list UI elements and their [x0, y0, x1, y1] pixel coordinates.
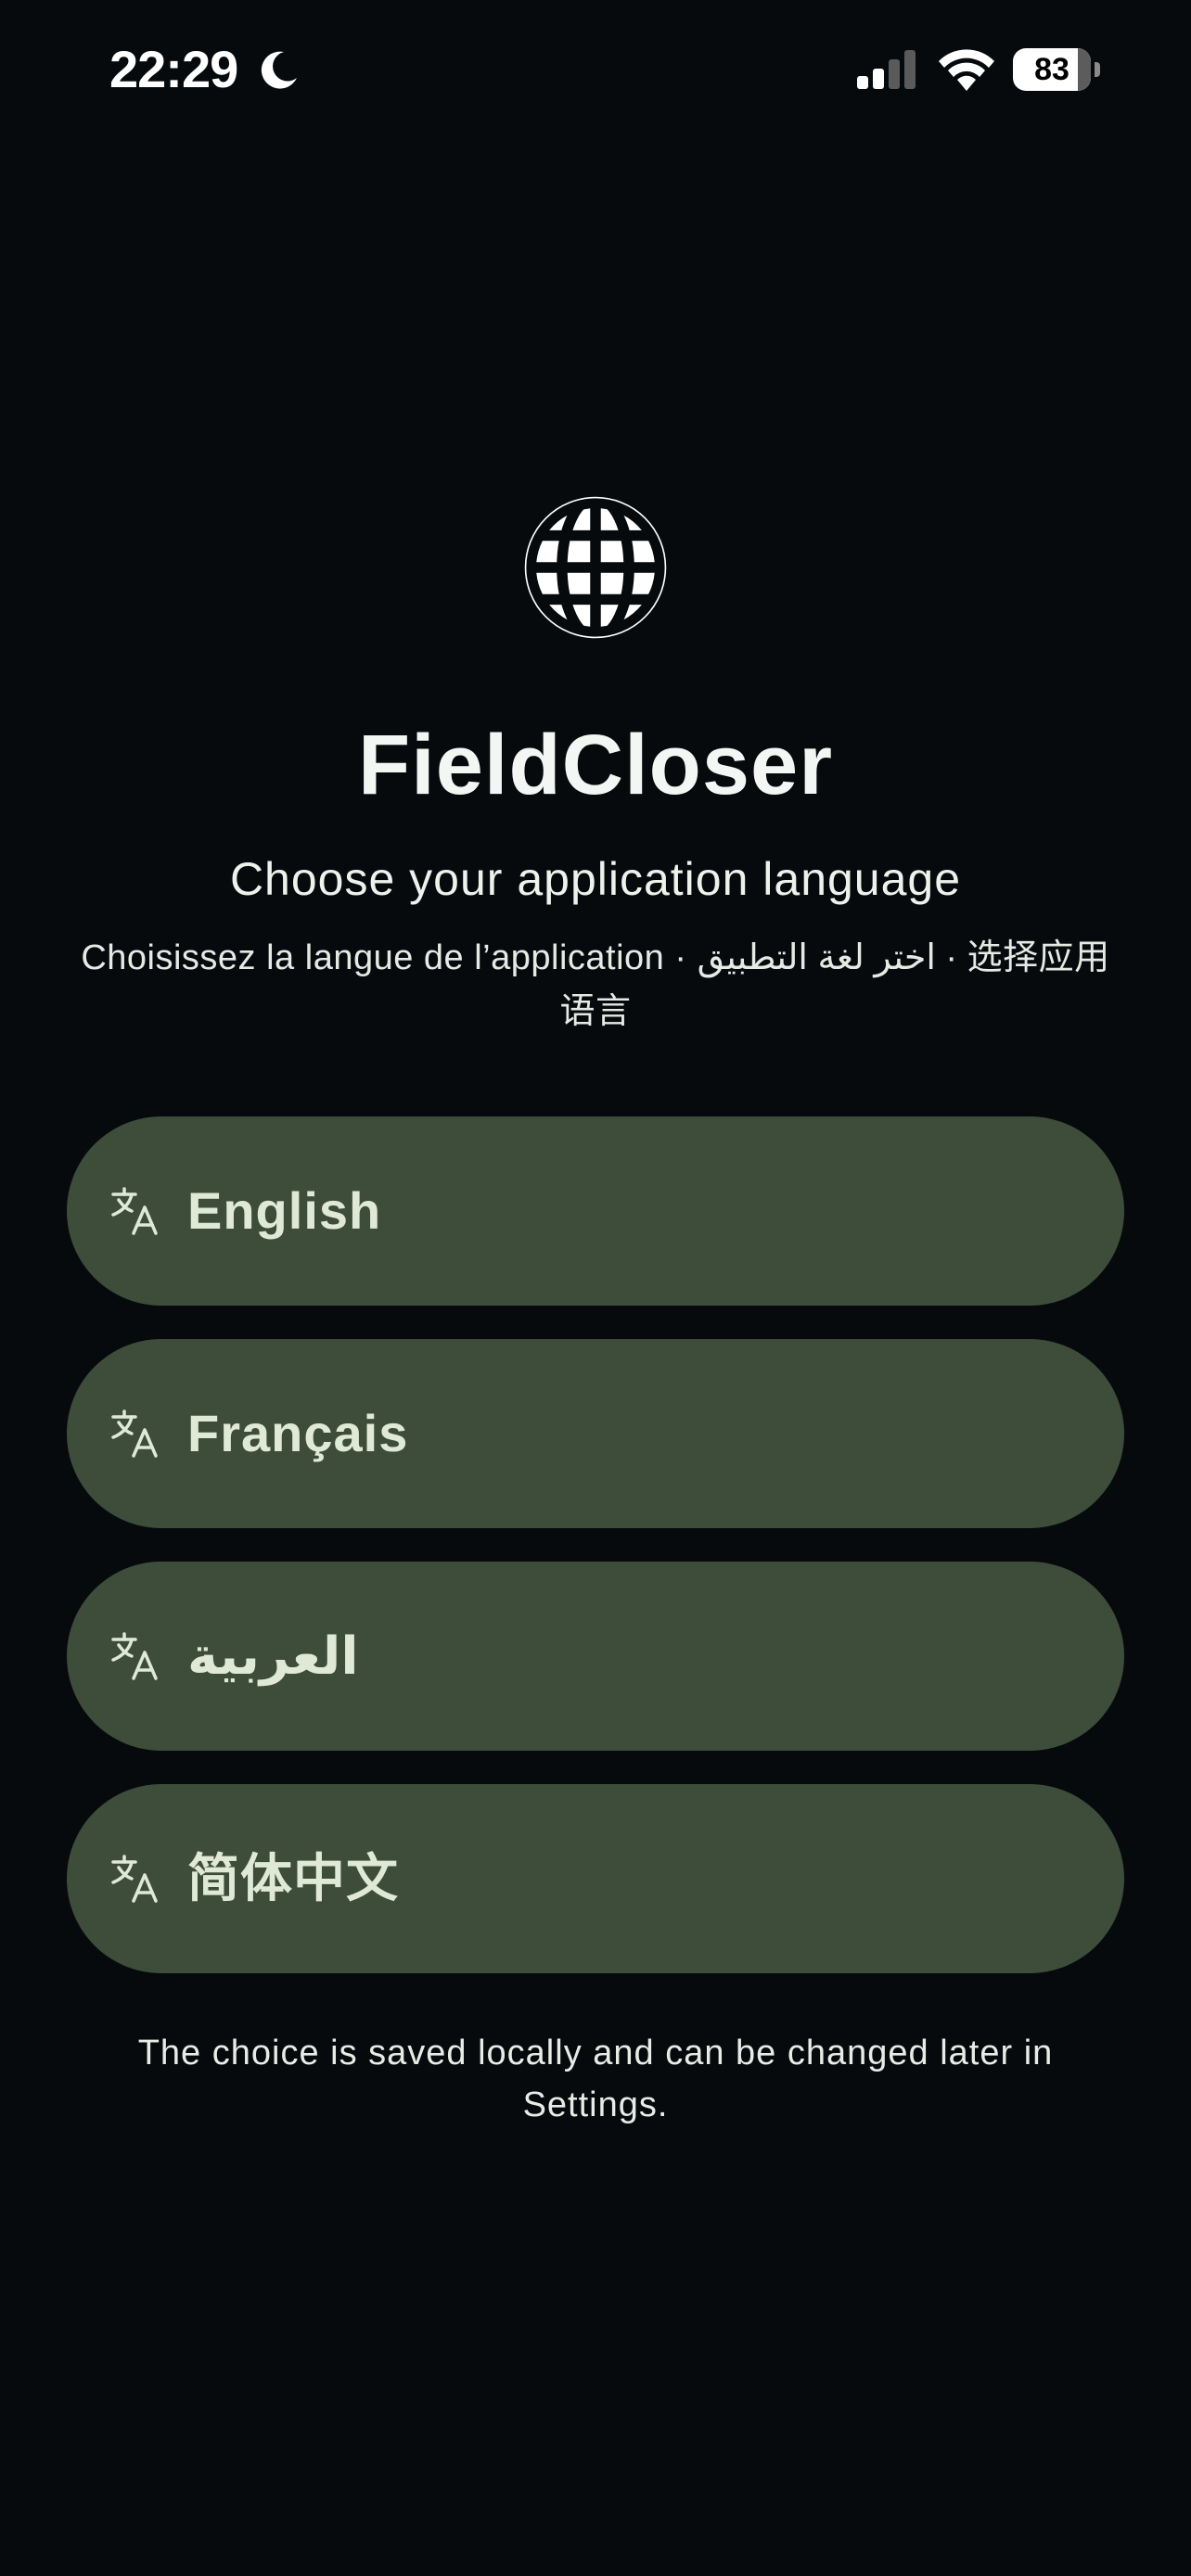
language-button-arabic[interactable]: العربية [67, 1562, 1124, 1751]
battery-level: 83 [1034, 52, 1069, 87]
battery-cap [1095, 62, 1100, 77]
moon-icon [261, 51, 297, 89]
battery-body: 83 [1013, 48, 1091, 91]
language-label: English [187, 1181, 382, 1240]
translate-icon [111, 1187, 158, 1235]
language-button-french[interactable]: Français [67, 1339, 1124, 1528]
status-bar: 22:29 83 [0, 0, 1191, 139]
cellular-signal-icon [857, 50, 916, 89]
battery-empty-portion [1077, 48, 1091, 91]
multilingual-subtitle: Choisissez la langue de l’application · … [81, 938, 1110, 1031]
language-label: العربية [187, 1626, 359, 1685]
wifi-icon [939, 49, 994, 91]
battery-indicator: 83 [1013, 48, 1102, 91]
translate-icon [111, 1855, 158, 1903]
language-list: English Français العربية 简体中文 [67, 1116, 1124, 2007]
app-title: FieldCloser [357, 718, 833, 812]
status-time: 22:29 [109, 40, 238, 98]
globe-icon [524, 496, 667, 639]
language-button-chinese[interactable]: 简体中文 [67, 1784, 1124, 1973]
page-subtitle: Choose your application language [229, 853, 962, 905]
footer-note: The choice is saved locally and can be c… [137, 2034, 1054, 2124]
language-label: 简体中文 [187, 1849, 399, 1907]
language-button-english[interactable]: English [67, 1116, 1124, 1306]
translate-icon [111, 1632, 158, 1680]
language-label: Français [187, 1404, 409, 1462]
translate-icon [111, 1409, 158, 1458]
